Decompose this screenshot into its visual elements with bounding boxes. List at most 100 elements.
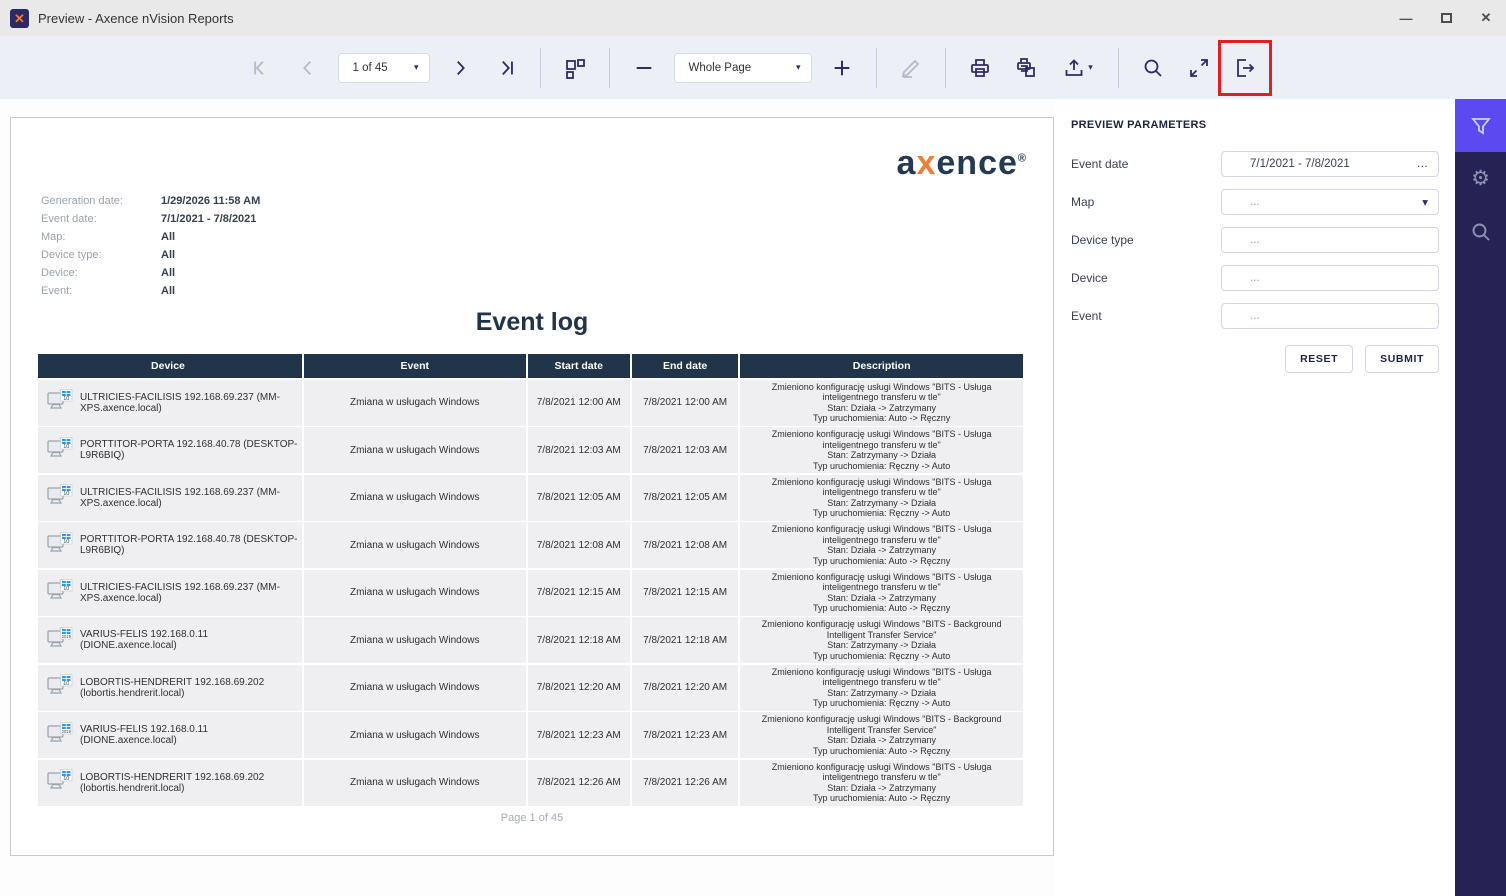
next-page-button[interactable] bbox=[444, 52, 476, 84]
exit-icon bbox=[1236, 58, 1254, 77]
meta-value: All bbox=[161, 267, 176, 279]
page-footer: Page 1 of 45 bbox=[500, 812, 564, 824]
page-number-select[interactable]: 1 of 45 ▾ bbox=[337, 52, 430, 83]
meta-value: 1/29/2026 11:58 AM bbox=[161, 195, 261, 207]
axence-logo: axence® bbox=[897, 144, 1027, 183]
first-page-button[interactable] bbox=[246, 52, 278, 84]
description-line: Typ uruchomienia: Auto -> Ręczny bbox=[812, 413, 951, 423]
event-cell: Zmiana w usługach Windows bbox=[304, 664, 528, 711]
search-icon bbox=[1144, 59, 1162, 77]
close-button[interactable]: ✕ bbox=[1466, 0, 1506, 36]
description-line: Intelligent Transfer Service" bbox=[826, 724, 937, 735]
exit-preview-button[interactable] bbox=[1217, 39, 1272, 96]
device-name: ULTRICIES-FACILISIS 192.168.69.237 (MM-X… bbox=[80, 581, 280, 604]
device-type-field[interactable]: ... bbox=[1221, 227, 1439, 253]
event-field[interactable]: ... bbox=[1221, 303, 1439, 329]
fullscreen-button[interactable] bbox=[1183, 52, 1215, 84]
device-name: VARIUS-FELIS 192.168.0.11 (DIONE.axence.… bbox=[80, 629, 209, 651]
search-button[interactable] bbox=[1137, 52, 1169, 84]
zoom-in-button[interactable] bbox=[826, 52, 858, 84]
title-bar: ✕ Preview - Axence nVision Reports — ✕ bbox=[0, 0, 1506, 36]
event-table-body: 10 ULTRICIES-FACILISIS 192.168.69.237 (M… bbox=[38, 379, 1023, 806]
fullscreen-icon bbox=[1189, 58, 1208, 77]
field-label: Device type bbox=[1071, 233, 1134, 247]
start-date-cell: 7/8/2021 12:08 AM bbox=[528, 522, 632, 568]
preview-parameters-panel: PREVIEW PARAMETERS Event date 7/1/2021 -… bbox=[1055, 99, 1455, 896]
event-cell: Zmiana w usługach Windows bbox=[304, 474, 528, 521]
table-row: 10 LOBORTIS-HENDRERIT 192.168.69.202 (lo… bbox=[38, 664, 1023, 711]
meta-label: Event date: bbox=[41, 213, 97, 225]
svg-text:2019: 2019 bbox=[62, 729, 72, 734]
svg-text:10: 10 bbox=[63, 539, 69, 545]
event-date-field[interactable]: 7/1/2021 - 7/8/2021 … bbox=[1221, 151, 1439, 177]
end-date-cell: 7/8/2021 12:03 AM bbox=[632, 427, 741, 473]
start-date-cell: 7/8/2021 12:26 AM bbox=[528, 759, 632, 806]
event-cell: Zmiana w usługach Windows bbox=[304, 522, 528, 568]
parameter-row-event: Event ... bbox=[1071, 303, 1439, 329]
right-sidebar: ⚙ bbox=[1455, 99, 1506, 896]
svg-text:10: 10 bbox=[63, 776, 69, 782]
description-line: Typ uruchomienia: Ręczny -> Auto bbox=[812, 460, 951, 471]
map-select[interactable]: ... ▾ bbox=[1221, 189, 1439, 215]
svg-text:10: 10 bbox=[63, 681, 69, 687]
toolbar-separator bbox=[875, 47, 877, 88]
reset-button[interactable]: RESET bbox=[1285, 345, 1354, 373]
description-line: Stan: Zatrzymany -> Działa bbox=[827, 687, 937, 698]
windows-device-icon: 10 bbox=[46, 436, 73, 465]
thumbnails-button[interactable] bbox=[559, 52, 591, 84]
start-date-cell: 7/8/2021 12:18 AM bbox=[528, 617, 632, 663]
device-cell: 10 ULTRICIES-FACILISIS 192.168.69.237 (M… bbox=[38, 569, 304, 616]
header-start-date: Start date bbox=[528, 354, 632, 378]
ellipsis-button[interactable]: … bbox=[1417, 158, 1429, 170]
description-line: Stan: Zatrzymany -> Działa bbox=[827, 450, 937, 460]
filter-tab[interactable] bbox=[1455, 99, 1506, 152]
window-controls: — ✕ bbox=[1386, 0, 1506, 36]
settings-tab[interactable]: ⚙ bbox=[1455, 152, 1506, 205]
description-line: Typ uruchomienia: Auto -> Ręczny bbox=[812, 603, 951, 613]
table-row: 10 PORTTITOR-PORTA 192.168.40.78 (DESKTO… bbox=[38, 427, 1023, 473]
toolbar-separator bbox=[1117, 47, 1119, 88]
maximize-button[interactable] bbox=[1426, 0, 1466, 36]
table-row: 10 ULTRICIES-FACILISIS 192.168.69.237 (M… bbox=[38, 474, 1023, 521]
field-label: Event bbox=[1071, 309, 1102, 323]
edit-pencil-icon bbox=[901, 59, 919, 78]
chevron-down-icon: ▾ bbox=[1422, 197, 1428, 209]
search-icon bbox=[1472, 223, 1490, 241]
device-field[interactable]: ... bbox=[1221, 265, 1439, 291]
zoom-level-select[interactable]: Whole Page ▾ bbox=[673, 52, 812, 83]
device-cell: 10 ULTRICIES-FACILISIS 192.168.69.237 (M… bbox=[38, 379, 304, 426]
zoom-out-button[interactable] bbox=[628, 52, 660, 84]
last-page-button[interactable] bbox=[490, 52, 522, 84]
previous-page-button[interactable] bbox=[292, 52, 324, 84]
svg-text:2019: 2019 bbox=[62, 634, 72, 639]
minimize-button[interactable]: — bbox=[1386, 0, 1426, 36]
device-cell: 10 ULTRICIES-FACILISIS 192.168.69.237 (M… bbox=[38, 474, 304, 521]
device-cell: 10 LOBORTIS-HENDRERIT 192.168.69.202 (lo… bbox=[38, 664, 304, 711]
description-line: Stan: Zatrzymany -> Działa bbox=[827, 640, 937, 650]
table-row: 2019 VARIUS-FELIS 192.168.0.11 (DIONE.ax… bbox=[38, 617, 1023, 663]
description-line: Typ uruchomienia: Auto -> Ręczny bbox=[812, 745, 951, 756]
start-date-cell: 7/8/2021 12:03 AM bbox=[528, 427, 632, 473]
description-line: Zmieniono konfigurację usługi Windows "B… bbox=[771, 476, 992, 487]
print-page-button[interactable] bbox=[1010, 52, 1042, 84]
export-button[interactable]: ▾ bbox=[1056, 52, 1100, 84]
start-date-cell: 7/8/2021 12:23 AM bbox=[528, 712, 632, 758]
table-header-row: Device Event Start date End date Descrip… bbox=[38, 354, 1023, 378]
print-button[interactable] bbox=[964, 52, 996, 84]
event-cell: Zmiana w usługach Windows bbox=[304, 759, 528, 806]
description-cell: Zmieniono konfigurację usługi Windows "B… bbox=[740, 380, 1023, 426]
submit-button[interactable]: SUBMIT bbox=[1365, 345, 1439, 373]
description-cell: Zmieniono konfigurację usługi Windows "B… bbox=[740, 617, 1023, 663]
chevron-down-icon: ▾ bbox=[1088, 62, 1093, 72]
chevron-down-icon: ▾ bbox=[413, 62, 419, 72]
plus-icon bbox=[834, 60, 849, 75]
description-cell: Zmieniono konfigurację usługi Windows "B… bbox=[740, 760, 1023, 806]
map-placeholder: ... bbox=[1250, 196, 1260, 208]
toolbar-separator bbox=[539, 47, 541, 88]
report-page: axence® Generation date: 1/29/2026 11:58 … bbox=[10, 117, 1054, 856]
parameters-title: PREVIEW PARAMETERS bbox=[1071, 119, 1207, 131]
chevron-right-icon bbox=[456, 60, 465, 75]
table-row: 10 ULTRICIES-FACILISIS 192.168.69.237 (M… bbox=[38, 379, 1023, 426]
search-tab[interactable] bbox=[1455, 205, 1506, 258]
page-number-value: 1 of 45 bbox=[352, 61, 388, 74]
